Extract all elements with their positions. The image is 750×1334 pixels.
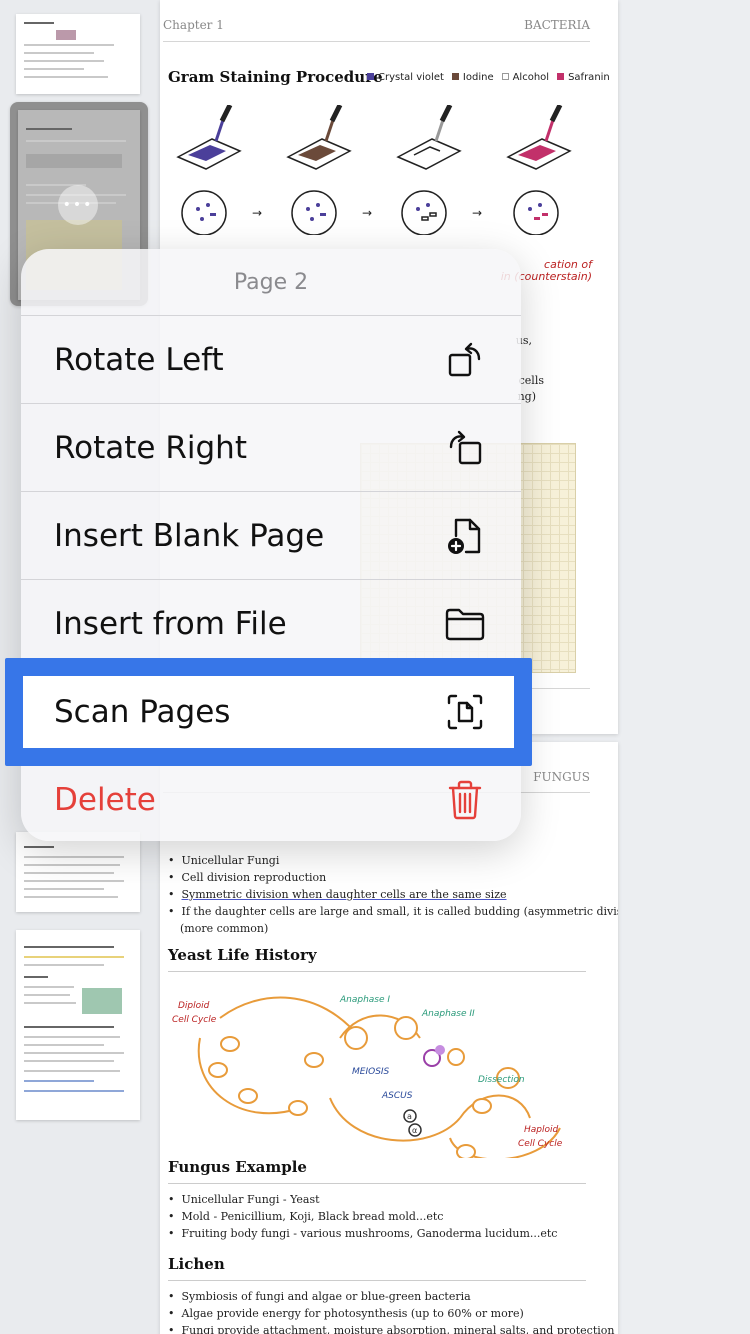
label-diploid-cell-cycle: Cell Cycle [172, 1015, 217, 1025]
gram-stain-illustration: → → → [176, 105, 572, 235]
menu-item-delete[interactable]: Delete [21, 755, 521, 841]
section-divider [168, 971, 586, 972]
legend-item-crystal-violet: Crystal violet [367, 72, 444, 83]
menu-title: Page 2 [233, 269, 309, 295]
slide-iodine [286, 105, 352, 170]
cell-circle-4 [513, 190, 559, 235]
menu-item-label: Rotate Right [54, 429, 247, 466]
label-diploid: Diploid [178, 1001, 210, 1011]
svg-text:→: → [252, 206, 262, 220]
stain-legend: Crystal violet Iodine Alcohol Safranin [367, 72, 610, 83]
slide-alcohol [396, 105, 462, 170]
yeast-life-cycle-diagram: Diploid Cell Cycle Anaphase I Anaphase I… [172, 995, 563, 1158]
bullet-symbiosis: Symbiosis of fungi and algae or blue-gre… [168, 1290, 471, 1303]
folder-icon [443, 602, 487, 646]
rotate-left-icon [443, 338, 487, 382]
thumbnail-page-6[interactable] [16, 930, 140, 1120]
section-divider [168, 1280, 586, 1281]
svg-text:→: → [472, 206, 482, 220]
label-ascus: ASCUS [381, 1091, 413, 1101]
bullet-cell-division: Cell division reproduction [168, 871, 327, 884]
header-divider [163, 41, 590, 42]
bullet-unicellular: Unicellular Fungi [168, 854, 280, 867]
bullet-budding-cont: (more common) [180, 922, 269, 935]
label-haploid-cell-cycle: Cell Cycle [518, 1139, 563, 1149]
label-mating-alpha: α [412, 1126, 417, 1135]
menu-item-label: Delete [54, 781, 156, 818]
menu-item-rotate-right[interactable]: Rotate Right [21, 403, 521, 491]
section-title-gram-staining: Gram Staining Procedure [168, 68, 383, 86]
slide-crystal-violet [176, 105, 242, 170]
section-fungus-example: Fungus Example [168, 1158, 307, 1176]
menu-item-label: Rotate Left [54, 341, 224, 378]
section-lichen: Lichen [168, 1255, 225, 1273]
legend-item-safranin: Safranin [557, 72, 610, 83]
bullet-fungi-attachment: Fungi provide attachment, moisture absor… [168, 1324, 615, 1334]
section-yeast-life-history: Yeast Life History [168, 946, 317, 964]
rotate-right-icon [443, 426, 487, 470]
svg-text:→: → [362, 206, 372, 220]
label-meiosis: MEIOSIS [352, 1067, 390, 1077]
menu-item-label: Scan Pages [54, 693, 231, 730]
label-dissection: Dissection [478, 1075, 525, 1085]
menu-item-rotate-left[interactable]: Rotate Left [21, 315, 521, 403]
page-context-menu: Page 2 Rotate Left Rotate Right Insert B… [21, 249, 521, 841]
trash-icon [443, 778, 487, 822]
thumbnail-page-1[interactable] [16, 14, 140, 94]
bullet-algae: Algae provide energy for photosynthesis … [168, 1307, 524, 1320]
menu-item-label: Insert from File [54, 605, 287, 642]
bullet-symmetric-division: Symmetric division when daughter cells a… [168, 888, 507, 901]
bullet-fruiting-body: Fruiting body fungi - various mushrooms,… [168, 1227, 558, 1240]
label-mating-a: a [407, 1112, 412, 1121]
label-anaphase-2: Anaphase II [421, 1009, 475, 1019]
menu-item-insert-from-file[interactable]: Insert from File [21, 579, 521, 667]
partial-text-2: cells [518, 374, 544, 387]
page-header-bacteria: BACTERIA [524, 18, 590, 32]
cell-circle-3 [401, 190, 447, 235]
menu-item-scan-pages[interactable]: Scan Pages [21, 667, 521, 755]
thumbnail-page-5[interactable] [16, 832, 140, 912]
more-options-button[interactable]: ••• [58, 185, 98, 225]
menu-item-label: Insert Blank Page [54, 517, 325, 554]
cell-circle-1 [181, 190, 227, 235]
section-divider [168, 1183, 586, 1184]
label-haploid: Haploid [524, 1125, 559, 1135]
bullet-budding: If the daughter cells are large and smal… [168, 905, 619, 918]
legend-item-alcohol: Alcohol [501, 72, 549, 83]
page-header-fungus: FUNGUS [533, 770, 590, 784]
doc-scan-icon [443, 690, 487, 734]
slide-safranin [506, 105, 572, 170]
bullet-mold: Mold - Penicillium, Koji, Black bread mo… [168, 1210, 444, 1223]
label-anaphase-1: Anaphase I [339, 995, 390, 1005]
menu-item-insert-blank-page[interactable]: Insert Blank Page [21, 491, 521, 579]
cell-circle-2 [291, 190, 337, 235]
chapter-label: Chapter 1 [163, 18, 224, 32]
doc-plus-icon [443, 514, 487, 558]
bullet-yeast: Unicellular Fungi - Yeast [168, 1193, 320, 1206]
legend-item-iodine: Iodine [451, 72, 494, 83]
